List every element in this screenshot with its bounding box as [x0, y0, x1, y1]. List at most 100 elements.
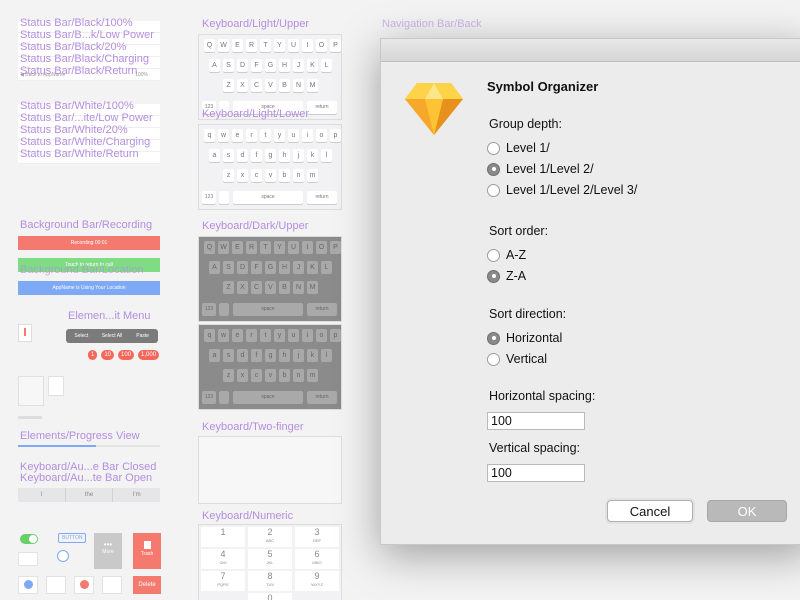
remove-widget	[74, 576, 94, 594]
keyboard-key: L	[321, 261, 332, 274]
more-icon: •••	[103, 540, 113, 549]
radio-button[interactable]	[487, 352, 500, 366]
keyboard-key: s	[223, 149, 234, 162]
slider-track	[18, 416, 42, 419]
sort-order-za[interactable]: Z-A	[487, 267, 526, 285]
radio-button[interactable]	[487, 141, 500, 155]
group-depth-label: Group depth:	[489, 117, 562, 131]
sort-direction-horizontal[interactable]: Horizontal	[487, 329, 562, 347]
keyboard-key: c	[251, 169, 262, 182]
keyboard-key: w	[218, 329, 229, 342]
keyboard-key: e	[232, 129, 243, 142]
keyboard-key: Z	[223, 281, 234, 294]
badges: 1 10 100 1,000	[88, 350, 160, 360]
keyboard-key: Y	[274, 241, 285, 254]
segmented-widget	[18, 552, 38, 566]
keyboard-key: i	[302, 129, 313, 142]
option-label: Level 1/Level 2/Level 3/	[506, 183, 638, 197]
keyboard-key: z	[223, 169, 234, 182]
option-label: Z-A	[506, 269, 527, 283]
horizontal-spacing-input[interactable]: 100	[487, 412, 585, 430]
keyboard-key: G	[265, 261, 276, 274]
recording-bar: Recording 00:01	[18, 236, 160, 250]
cancel-button[interactable]: Cancel	[607, 500, 693, 522]
radio-button[interactable]	[487, 248, 500, 262]
status-bar-label: Status Bar/White/100%	[20, 100, 134, 112]
radio-button-selected[interactable]	[487, 269, 500, 283]
keyboard-key: k	[307, 349, 318, 362]
radio-button-selected[interactable]	[487, 162, 500, 176]
keyboard-key: r	[246, 329, 257, 342]
option-label: Level 1/	[506, 141, 550, 155]
keyboard-key: R	[246, 39, 257, 52]
keyboard-key: S	[223, 261, 234, 274]
group-depth-option-2[interactable]: Level 1/Level 2/	[487, 160, 594, 178]
minus-icon	[79, 580, 89, 589]
autocorrect-word: I'm	[132, 492, 141, 498]
keyboard-key: S	[223, 59, 234, 72]
keyboard-key: c	[251, 369, 262, 382]
autocorrect-bar: I the I'm	[18, 488, 160, 502]
keyboard-key: E	[232, 39, 243, 52]
group-depth-option-1[interactable]: Level 1/	[487, 139, 550, 157]
keyboard-key: K	[307, 59, 318, 72]
keyboard-key: H	[279, 261, 290, 274]
more-action: ••• More	[94, 533, 122, 569]
numeric-key: 7 PQRS	[201, 571, 245, 591]
numeric-key: 0	[248, 593, 292, 600]
symbol-organizer-dialog: Symbol Organizer Group depth: Level 1/ L…	[380, 38, 800, 545]
keyboard-key: j	[293, 349, 304, 362]
keyboard-numeric: 1 2 ABC 3 DEF 4 GHI 5 JKL 6 MNO 7 PQRS 8 TUV 9 WXYZ 0	[198, 524, 342, 600]
navigation-bar-label: Navigation Bar/Back	[382, 18, 482, 30]
plus-icon	[23, 580, 33, 589]
numeric-key: 9 WXYZ	[295, 571, 339, 591]
keyboard-key: q	[204, 129, 215, 142]
keyboard-two-finger-label: Keyboard/Two-finger	[202, 421, 304, 433]
group-depth-option-3[interactable]: Level 1/Level 2/Level 3/	[487, 181, 637, 199]
radio-button[interactable]	[487, 183, 500, 197]
keyboard-key: d	[237, 349, 248, 362]
keyboard-key: f	[251, 149, 262, 162]
edit-menu-item: Paste	[136, 333, 150, 339]
keyboard-key: U	[288, 39, 299, 52]
keyboard-key: Q	[204, 39, 215, 52]
keyboard-key: p	[330, 129, 341, 142]
numeric-key: 8 TUV	[248, 571, 292, 591]
keyboard-key: x	[237, 369, 248, 382]
vertical-spacing-input[interactable]: 100	[487, 464, 585, 482]
key-123: 123	[202, 391, 216, 404]
progress-fill	[18, 445, 97, 447]
numeric-key: 4 GHI	[201, 549, 245, 569]
keyboard-key: t	[260, 329, 271, 342]
keyboard-key: a	[209, 149, 220, 162]
keyboard-key: y	[274, 329, 285, 342]
keyboard-two-finger	[198, 436, 342, 504]
toggle-knob	[29, 535, 37, 543]
dialog-titlebar[interactable]	[381, 39, 800, 62]
cursor-caret	[24, 328, 26, 336]
keyboard-key: A	[209, 261, 220, 274]
empty-widget	[46, 576, 66, 594]
ok-button[interactable]: OK	[707, 500, 787, 522]
keyboard-dark-lower: q w e r t y u i o p a s d f g h j k l z x c v b n m 123 space return	[198, 324, 342, 410]
numeric-key: 2 ABC	[248, 527, 292, 547]
autocorrect-word: I	[40, 492, 43, 498]
sort-direction-vertical[interactable]: Vertical	[487, 350, 547, 368]
keyboard-key: D	[237, 261, 248, 274]
radio-button-selected[interactable]	[487, 331, 500, 345]
autocorrect-open-label: Keyboard/Au...te Bar Open	[20, 472, 153, 484]
keyboard-key: l	[321, 149, 332, 162]
key-return: return	[307, 101, 337, 114]
keyboard-key: s	[223, 349, 234, 362]
keyboard-key: V	[265, 281, 276, 294]
badge: 1	[88, 350, 98, 360]
keyboard-key: q	[204, 329, 215, 342]
option-label: Level 1/Level 2/	[506, 162, 594, 176]
keyboard-key: I	[302, 241, 313, 254]
keyboard-key: r	[246, 129, 257, 142]
keyboard-key: U	[288, 241, 299, 254]
popover-widget	[48, 376, 64, 396]
keyboard-key: k	[307, 149, 318, 162]
sort-order-az[interactable]: A-Z	[487, 246, 526, 264]
keyboard-key: p	[330, 329, 341, 342]
